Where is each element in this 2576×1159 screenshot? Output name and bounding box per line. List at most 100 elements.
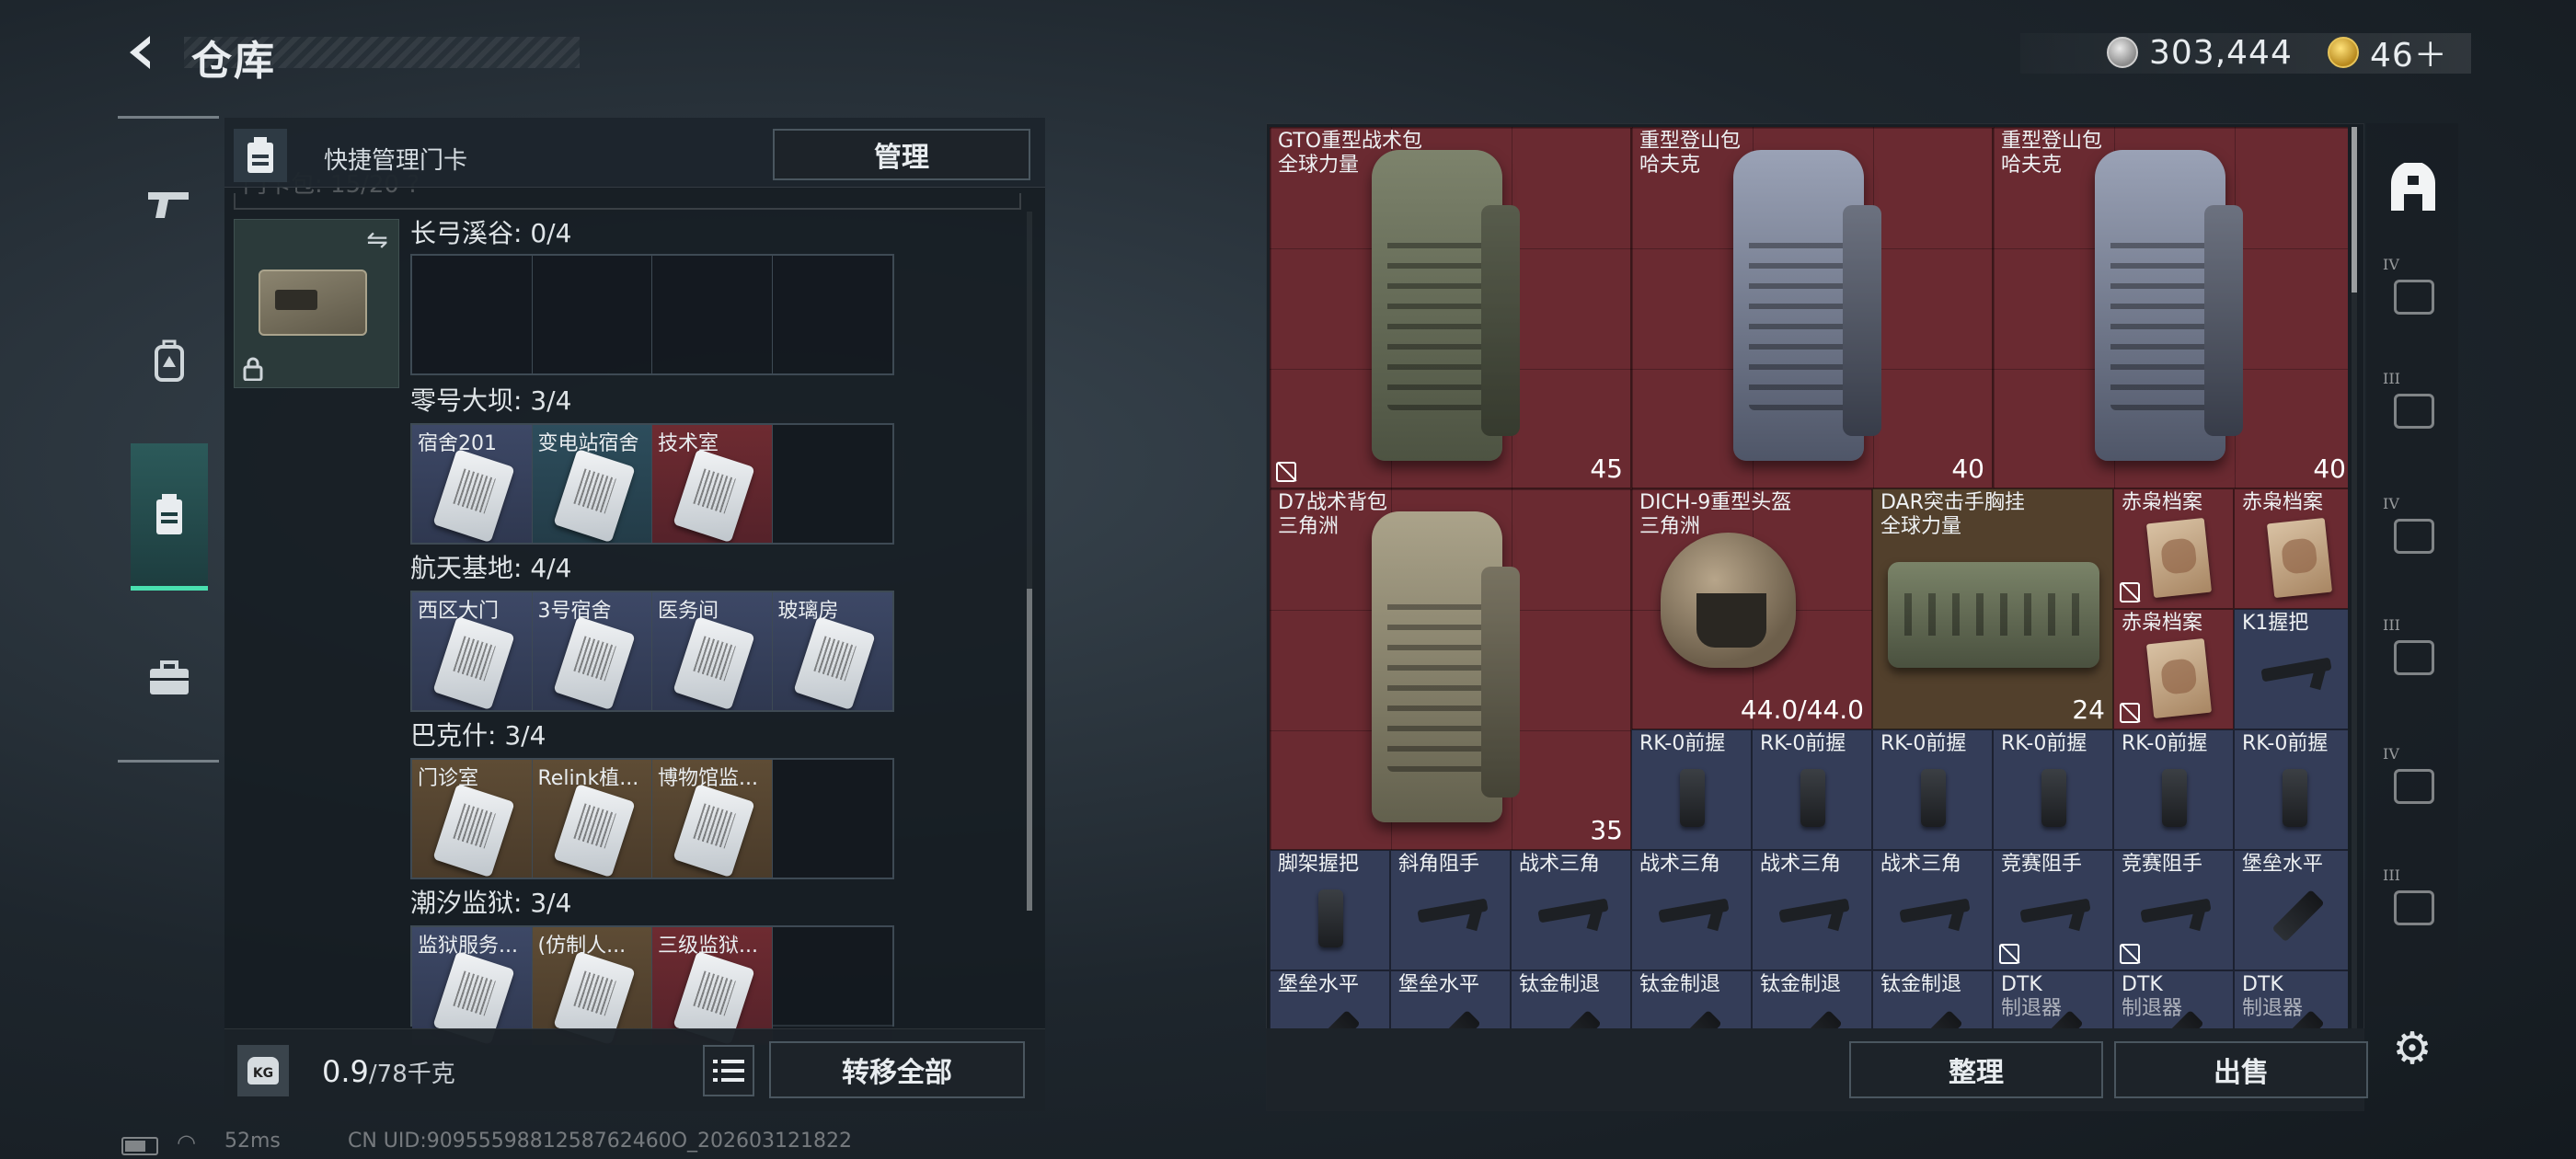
stash-item-gto[interactable]: GTO重型战术包 全球力量 45 (1270, 127, 1631, 488)
back-button[interactable] (118, 28, 167, 77)
settings-gear-icon[interactable]: ⚙ (2386, 1023, 2438, 1074)
item-name-line: 战术三角 (1760, 853, 1842, 876)
stash-category-6[interactable]: III (2377, 857, 2451, 958)
stash-item-rk3[interactable]: RK-0前握 (1872, 729, 1993, 850)
stash-item-dar[interactable]: DAR突击手胸挂 全球力量 24 (1872, 488, 2113, 729)
stash-item-k1[interactable]: K1握把 (2234, 609, 2348, 729)
stash-item-fort3[interactable]: 堡垒水平 (1390, 970, 1511, 1028)
keycard-slot[interactable]: 门诊室 (412, 760, 533, 878)
item-name: GTO重型战术包 全球力量 (1278, 130, 1422, 178)
stash-category-5[interactable]: IV (2377, 736, 2451, 837)
item-subtitle: 三角洲 (1278, 515, 1340, 538)
keycard-slot[interactable]: 变电站宿舍 (532, 425, 652, 543)
rail-item-weapons[interactable] (131, 153, 208, 254)
stash-item-tripod[interactable]: 脚架握把 (1270, 850, 1390, 970)
keycard-slot[interactable]: 宿舍201 (412, 425, 533, 543)
item-name: 竞赛阻手 (2122, 853, 2202, 877)
section-title: 巴克什: 3/4 (410, 720, 546, 751)
keycard-slot[interactable] (772, 425, 892, 543)
stash-category-4[interactable]: III (2377, 607, 2451, 708)
stash-item-race1[interactable]: 竞赛阻手 (1993, 850, 2113, 970)
keycard-slot[interactable]: 三级监狱... (652, 927, 773, 1045)
stash-item-rk2[interactable]: RK-0前握 (1752, 729, 1872, 850)
keycard-slot[interactable]: 3号宿舍 (532, 592, 652, 710)
stash-item-climb1[interactable]: 重型登山包 哈夫克 40 (1631, 127, 1993, 488)
item-name-line: 钛金制退 (1880, 973, 1962, 996)
silver-currency[interactable]: 303,444 (2107, 31, 2293, 74)
item-name-line: DTK (2122, 973, 2163, 996)
keycard-slot-row: 监狱服务... (仿制人... 三级监狱... (410, 925, 894, 1045)
stash-item-ti4[interactable]: 钛金制退 (1872, 970, 1993, 1028)
sort-button[interactable]: 整理 (1849, 1041, 2103, 1098)
keycard-slot-label: 三级监狱... (658, 935, 758, 958)
stash-item-climb2[interactable]: 重型登山包 哈夫克 40 (1993, 127, 2348, 488)
item-name: 重型登山包 哈夫克 (1639, 130, 1741, 178)
stash-item-ti1[interactable]: 钛金制退 (1511, 970, 1631, 1028)
stash-item-file3[interactable]: 赤枭档案 (2113, 609, 2234, 729)
item-name-line: RK-0前握 (1880, 732, 1967, 755)
stash-item-d7[interactable]: D7战术背包 三角洲 35 (1270, 488, 1631, 850)
stash-scrollbar-thumb[interactable] (2352, 127, 2357, 293)
keycard-slot[interactable]: 博物馆监... (652, 760, 773, 878)
item-name: 堡垒水平 (2242, 853, 2323, 877)
item-subtitle: 制退器 (2001, 997, 2063, 1020)
stash-item-angle[interactable]: 斜角阻手 (1390, 850, 1511, 970)
item-name: 堡垒水平 (1398, 973, 1479, 997)
stash-item-rk1[interactable]: RK-0前握 (1631, 729, 1752, 850)
keycard-slot[interactable]: 技术室 (652, 425, 773, 543)
keycard-slot[interactable] (772, 760, 892, 878)
keycard-image (432, 448, 515, 543)
keycard-slot[interactable]: 西区大门 (412, 592, 533, 710)
item-name: RK-0前握 (1880, 732, 1966, 756)
keycard-slot[interactable] (412, 256, 533, 373)
stash-item-dtk2[interactable]: DTK 制退器 (2113, 970, 2234, 1028)
stash-item-file1[interactable]: 赤枭档案 (2113, 488, 2234, 609)
stash-item-dtk1[interactable]: DTK 制退器 (1993, 970, 2113, 1028)
gold-currency[interactable]: 46＋ (2328, 31, 2448, 75)
chest-rig-icon (1887, 561, 2100, 668)
left-scrollbar-thumb[interactable] (1027, 589, 1032, 911)
keycard-slot[interactable] (652, 256, 773, 373)
keycard-slot[interactable]: 玻璃房 (772, 592, 892, 710)
keycard-slot[interactable]: 医务间 (652, 592, 773, 710)
stash-item-file2[interactable]: 赤枭档案 (2234, 488, 2348, 609)
keycard-slot[interactable]: Relink植... (532, 760, 652, 878)
category-icon (2394, 640, 2434, 675)
keycard-slot[interactable]: 监狱服务... (412, 927, 533, 1045)
keycard-slot[interactable] (772, 256, 892, 373)
swap-icon[interactable]: ⇋ (361, 226, 394, 254)
stash-item-tri3[interactable]: 战术三角 (1752, 850, 1872, 970)
transfer-all-button[interactable]: 转移全部 (769, 1041, 1025, 1098)
stash-item-fort[interactable]: 堡垒水平 (2234, 850, 2348, 970)
rail-item-toolbox[interactable] (131, 627, 208, 729)
stash-item-rk4[interactable]: RK-0前握 (1993, 729, 2113, 850)
handstop-icon (1537, 898, 1609, 924)
sell-button[interactable]: 出售 (2114, 1041, 2368, 1098)
keycard-slot[interactable]: (仿制人... (532, 927, 652, 1045)
wifi-icon: ◠ (177, 1130, 196, 1155)
stash-item-race2[interactable]: 竞赛阻手 (2113, 850, 2234, 970)
stash-item-rk5[interactable]: RK-0前握 (2113, 729, 2234, 850)
stash-item-tri1[interactable]: 战术三角 (1511, 850, 1631, 970)
keycard-slot[interactable] (772, 927, 892, 1045)
stash-item-dich[interactable]: DICH-9重型头盔 三角洲 44.0/44.0 (1631, 488, 1872, 729)
stash-item-tri4[interactable]: 战术三角 (1872, 850, 1993, 970)
stash-category-2[interactable]: III (2377, 361, 2451, 462)
stash-item-rk6[interactable]: RK-0前握 (2234, 729, 2348, 850)
keycard-slot[interactable] (532, 256, 652, 373)
stash-item-ti2[interactable]: 钛金制退 (1631, 970, 1752, 1028)
rail-item-equipment[interactable] (131, 311, 208, 412)
stash-item-ti3[interactable]: 钛金制退 (1752, 970, 1872, 1028)
stash-home-icon[interactable] (2381, 156, 2445, 221)
keycard-slot-row: 门诊室 Relink植... 博物馆监... (410, 758, 894, 879)
stash-category-3[interactable]: IV (2377, 486, 2451, 587)
stash-item-tri2[interactable]: 战术三角 (1631, 850, 1752, 970)
list-view-button[interactable] (703, 1045, 754, 1096)
rail-item-keycards[interactable] (131, 443, 208, 591)
item-name: RK-0前握 (2001, 732, 2087, 756)
stash-item-fort2[interactable]: 堡垒水平 (1270, 970, 1390, 1028)
category-icon (2394, 280, 2434, 315)
stash-category-1[interactable]: IV (2377, 247, 2451, 348)
manage-button[interactable]: 管理 (773, 129, 1030, 180)
stash-item-dtk3[interactable]: DTK 制退器 (2234, 970, 2348, 1028)
